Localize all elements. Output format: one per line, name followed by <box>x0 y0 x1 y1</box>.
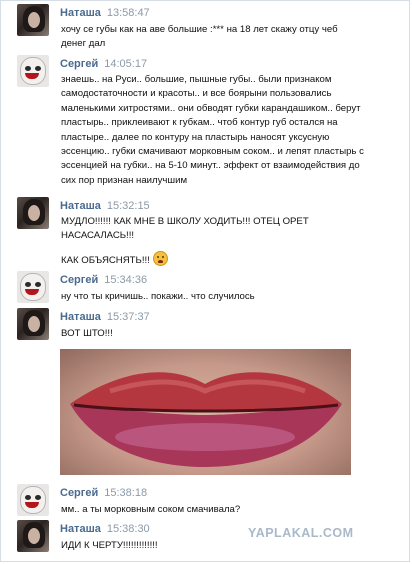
avatar-natasha[interactable] <box>17 308 49 340</box>
watermark-logo: YAPLAKAL.COM <box>248 526 354 540</box>
message-text: МУДЛО!!!!!! КАК МНЕ В ШКОЛУ ХОДИТЬ!!! ОТ… <box>61 216 309 242</box>
timestamp: 14:05:17 <box>104 58 148 70</box>
sender-name-link[interactable]: Наташа <box>60 200 101 212</box>
message-text: мм.. а ты морковным соком смачивала? <box>61 504 241 515</box>
avatar-natasha[interactable] <box>17 4 49 36</box>
avatar-sergey[interactable] <box>17 55 49 87</box>
message-text: ВОТ ШТО!!! <box>61 328 113 339</box>
avatar-natasha[interactable] <box>17 520 49 552</box>
message-text: ну что ты кричишь.. покажи.. что случило… <box>61 291 255 302</box>
sender-name-link[interactable]: Наташа <box>60 523 101 535</box>
message-text: знаешь.. на Руси.. большие, пышные губы.… <box>61 74 364 186</box>
avatar-sergey[interactable] <box>17 484 49 516</box>
avatar-natasha[interactable] <box>17 197 49 229</box>
lips-photo[interactable] <box>60 349 351 475</box>
timestamp: 15:38:18 <box>104 487 148 499</box>
message-text: КАК ОБЪЯСНЯТЬ!!! <box>61 255 150 266</box>
timestamp: 13:58:47 <box>106 7 150 19</box>
timestamp: 15:34:36 <box>104 274 148 286</box>
sender-name-link[interactable]: Наташа <box>60 311 101 323</box>
timestamp: 15:38:30 <box>106 523 150 535</box>
sender-name-link[interactable]: Наташа <box>60 7 101 19</box>
timestamp: 15:37:37 <box>106 311 150 323</box>
timestamp: 15:32:15 <box>106 200 150 212</box>
sender-name-link[interactable]: Сергей <box>60 58 98 70</box>
message-text-2: КАК ОБЪЯСНЯТЬ!!! <box>61 251 406 268</box>
sender-name-link[interactable]: Сергей <box>60 274 98 286</box>
sender-name-link[interactable]: Сергей <box>60 487 98 499</box>
avatar-sergey[interactable] <box>17 271 49 303</box>
message-text: ИДИ К ЧЕРТУ!!!!!!!!!!!!! <box>61 540 158 551</box>
message-text: хочу се губы как на аве большие :*** на … <box>61 24 338 50</box>
crying-face-emoji-icon <box>152 251 168 266</box>
